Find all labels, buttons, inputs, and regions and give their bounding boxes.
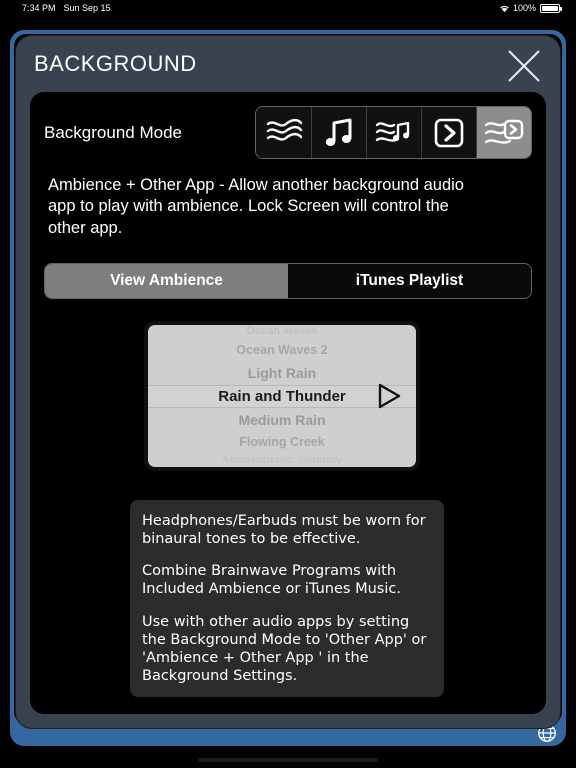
- picker-selected-label: Rain and Thunder: [218, 387, 346, 405]
- ambience-other-app-icon: [483, 116, 525, 150]
- segment-ambience-waves[interactable]: [256, 107, 311, 158]
- background-mode-segmented-control[interactable]: [255, 106, 532, 159]
- view-toggle: View Ambience iTunes Playlist: [44, 263, 532, 300]
- segment-ambience-music[interactable]: [366, 107, 421, 158]
- background-mode-row: Background Mode: [30, 92, 546, 159]
- segment-music-note[interactable]: [311, 107, 366, 158]
- picker-item[interactable]: Light Rain: [148, 361, 416, 385]
- modal-header: BACKGROUND: [16, 36, 560, 92]
- screen: 7:34 PM Sun Sep 15 100% BACKGROUND Backg…: [0, 0, 576, 768]
- info-paragraph: Combine Brainwave Programs with Included…: [142, 563, 401, 598]
- info-paragraph: Headphones/Earbuds must be worn for bina…: [142, 513, 426, 548]
- picker-item[interactable]: Ocean Waves 2: [148, 340, 416, 361]
- picker-item[interactable]: Flowing Creek: [148, 432, 416, 453]
- view-ambience-button[interactable]: View Ambience: [45, 264, 288, 299]
- ambience-waves-icon: [264, 116, 304, 150]
- close-icon[interactable]: [504, 46, 544, 86]
- itunes-playlist-button[interactable]: iTunes Playlist: [288, 264, 531, 299]
- picker-item[interactable]: Medium Rain: [148, 408, 416, 432]
- info-panel: Headphones/Earbuds must be worn for bina…: [130, 500, 444, 697]
- status-bar-right: 100%: [499, 3, 562, 13]
- ambience-music-icon: [374, 116, 414, 150]
- home-indicator[interactable]: [198, 758, 378, 762]
- battery-full-icon: [540, 3, 562, 13]
- picker-wheel[interactable]: Ocean Waves Ocean Waves 2 Light Rain Rai…: [148, 325, 416, 467]
- picker-selected-item[interactable]: Rain and Thunder: [148, 382, 416, 410]
- background-mode-description: Ambience + Other App - Allow another bac…: [48, 176, 464, 237]
- battery-percent: 100%: [512, 3, 536, 13]
- ambience-picker[interactable]: Ocean Waves Ocean Waves 2 Light Rain Rai…: [144, 321, 420, 471]
- play-triangle-icon[interactable]: [376, 382, 402, 410]
- info-paragraph: Use with other audio apps by setting the…: [142, 613, 427, 684]
- picker-item[interactable]: Ocean Waves: [148, 325, 416, 340]
- segment-ambience-other-app[interactable]: [476, 107, 531, 158]
- wifi-icon: [499, 4, 509, 13]
- music-note-icon: [322, 116, 356, 150]
- status-date: Sun Sep 15: [63, 3, 111, 13]
- other-app-arrow-icon: [432, 116, 466, 150]
- status-time: 7:34 PM: [22, 3, 56, 13]
- background-mode-label: Background Mode: [44, 122, 182, 142]
- picker-item[interactable]: Atmospheres: Serenity: [148, 452, 416, 467]
- status-bar: 7:34 PM Sun Sep 15 100%: [0, 0, 576, 16]
- page-title: BACKGROUND: [34, 51, 197, 76]
- status-bar-left: 7:34 PM Sun Sep 15: [22, 3, 111, 13]
- segment-other-app[interactable]: [421, 107, 476, 158]
